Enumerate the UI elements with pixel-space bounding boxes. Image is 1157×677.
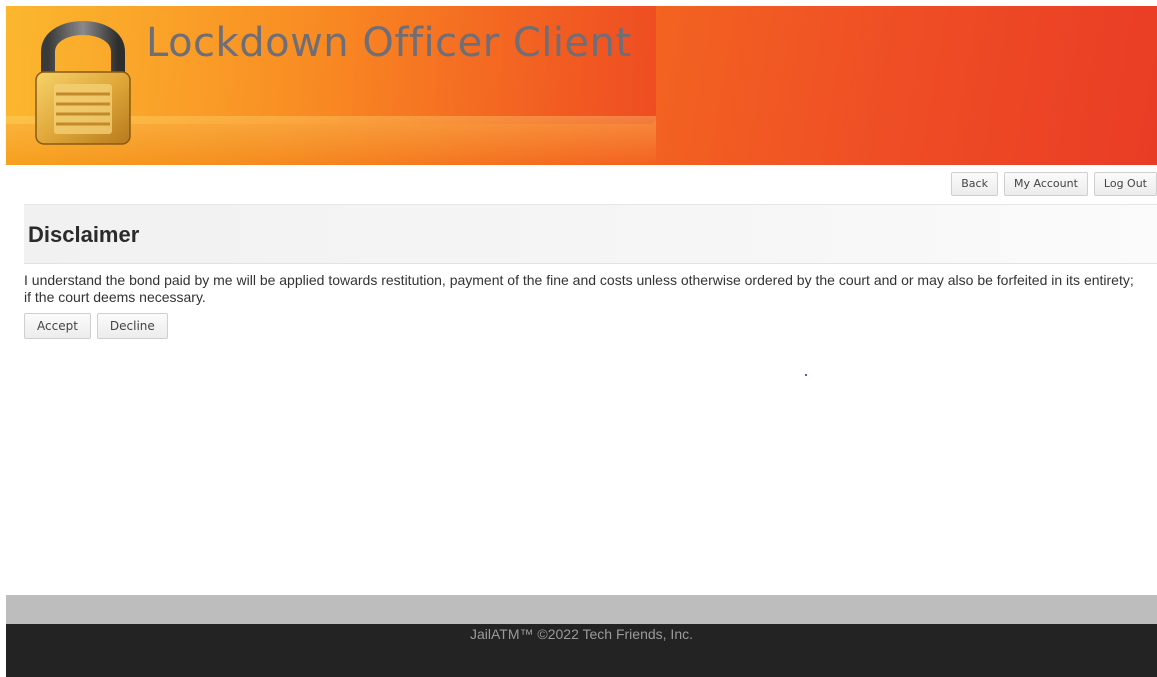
stray-pixel [805,374,807,376]
disclaimer-title: Disclaimer [28,222,140,247]
footer-divider [6,595,1157,624]
page: Lockdown Officer Client Back My Account … [0,0,1157,677]
footer: JailATM™ ©2022 Tech Friends, Inc. [6,624,1157,677]
header-banner: Lockdown Officer Client [6,6,1157,165]
top-nav: Back My Account Log Out [951,172,1157,196]
back-button[interactable]: Back [951,172,998,196]
my-account-button[interactable]: My Account [1003,172,1088,196]
disclaimer-text: I understand the bond paid by me will be… [24,272,1134,305]
footer-copyright: JailATM™ ©2022 Tech Friends, Inc. [470,626,693,642]
padlock-icon [35,21,131,145]
disclaimer-actions: Accept Decline [24,313,168,339]
decline-button[interactable]: Decline [96,313,168,339]
app-title: Lockdown Officer Client [146,20,632,66]
log-out-button[interactable]: Log Out [1093,172,1157,196]
accept-button[interactable]: Accept [24,313,91,339]
disclaimer-header: Disclaimer [24,204,1157,264]
